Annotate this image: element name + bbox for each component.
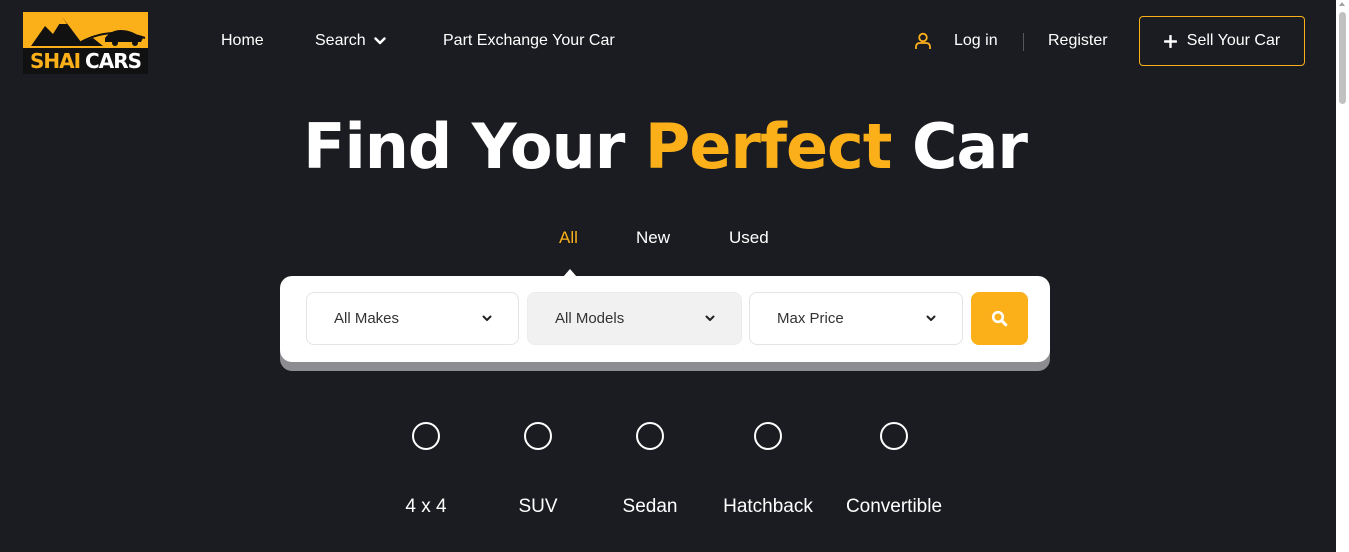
scroll-up-arrow-icon[interactable] (1339, 2, 1345, 6)
hero-title-accent: Perfect (644, 110, 892, 183)
tab-new[interactable]: New (636, 228, 670, 248)
search-button[interactable] (971, 292, 1028, 345)
tab-used[interactable]: Used (729, 228, 769, 248)
chevron-down-icon (926, 315, 936, 321)
nav-divider (1023, 33, 1024, 51)
nav-search-label: Search (315, 32, 366, 49)
sell-button-label: Sell Your Car (1186, 32, 1281, 49)
scrollbar-thumb[interactable] (1339, 12, 1346, 104)
logo-wordmark: SHAI CARS (23, 48, 148, 74)
page-scrollbar[interactable] (1336, 0, 1349, 552)
body-type-hatchback[interactable]: Hatchback (708, 422, 828, 518)
body-type-convertible[interactable]: Convertible (834, 422, 954, 518)
body-type-label: Sedan (622, 496, 678, 517)
models-select[interactable]: All Models (527, 292, 742, 345)
nav-part-exchange[interactable]: Part Exchange Your Car (443, 32, 615, 50)
radio-icon (880, 422, 908, 450)
register-link[interactable]: Register (1048, 32, 1108, 50)
nav-search[interactable]: Search (315, 32, 386, 50)
radio-icon (412, 422, 440, 450)
chevron-down-icon (482, 315, 492, 321)
hero-title-part1: Find Your (303, 110, 645, 183)
makes-select[interactable]: All Makes (306, 292, 519, 345)
body-type-suv[interactable]: SUV (478, 422, 598, 518)
user-icon (915, 32, 931, 49)
sell-your-car-button[interactable]: Sell Your Car (1139, 16, 1305, 66)
max-price-select[interactable]: Max Price (749, 292, 963, 345)
radio-icon (754, 422, 782, 450)
body-type-sedan[interactable]: Sedan (590, 422, 710, 518)
max-price-select-value: Max Price (777, 310, 844, 327)
logo-word-shai: SHAI (29, 49, 81, 73)
logo-word-cars: CARS (85, 49, 142, 73)
makes-select-value: All Makes (334, 310, 400, 327)
radio-icon (524, 422, 552, 450)
body-type-4x4[interactable]: 4 x 4 (366, 422, 486, 518)
body-type-label: SUV (518, 496, 558, 517)
plus-icon (1163, 34, 1177, 48)
site-logo[interactable]: SHAI CARS (23, 12, 148, 74)
search-panel: All Makes All Models Max Price (280, 276, 1050, 362)
radio-icon (636, 422, 664, 450)
chevron-down-icon (705, 315, 715, 321)
body-type-label: Convertible (845, 496, 943, 517)
tab-all[interactable]: All (559, 228, 578, 248)
page: SHAI CARS Home Search Part Exchange Your… (0, 0, 1349, 552)
chevron-down-icon (374, 37, 386, 45)
login-label: Log in (954, 32, 998, 49)
mountain-car-icon (31, 18, 146, 46)
hero-title-part2: Car (891, 110, 1028, 183)
nav-home[interactable]: Home (221, 32, 264, 50)
body-type-label: Hatchback (723, 496, 813, 517)
models-select-value: All Models (555, 310, 625, 327)
login-link[interactable]: Log in (914, 32, 998, 50)
hero-title: Find Your Perfect Car (0, 110, 1330, 183)
search-icon (991, 310, 1008, 327)
body-type-label: 4 x 4 (405, 496, 447, 517)
